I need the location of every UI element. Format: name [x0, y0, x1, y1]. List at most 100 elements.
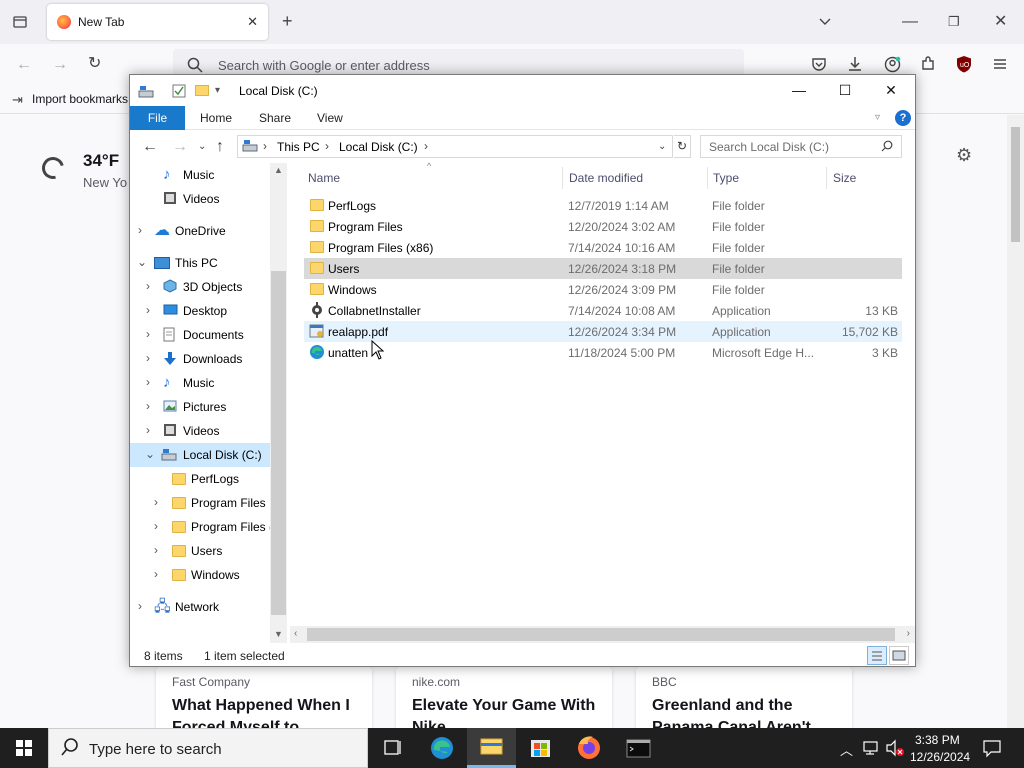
- back-icon[interactable]: ←: [142, 138, 158, 156]
- breadcrumb-chevron-icon[interactable]: ›: [424, 139, 428, 153]
- chevron-down-icon[interactable]: ⌄: [145, 447, 155, 461]
- tab-list-icon[interactable]: [12, 14, 28, 34]
- chevron-right-icon[interactable]: ›: [146, 327, 150, 341]
- minimize-icon[interactable]: —: [902, 14, 918, 30]
- expand-ribbon-icon[interactable]: ▿: [875, 112, 880, 123]
- file-list-scrollbar[interactable]: ‹ ›: [290, 626, 915, 643]
- scroll-up-icon[interactable]: ▲: [274, 165, 283, 175]
- breadcrumb-chevron-icon[interactable]: ›: [325, 139, 329, 153]
- terminal-taskbar-icon[interactable]: [614, 728, 663, 768]
- nav-item-downloads[interactable]: › Downloads: [130, 347, 270, 371]
- gear-icon[interactable]: ⚙: [956, 145, 972, 166]
- chevron-right-icon[interactable]: ›: [154, 519, 158, 533]
- nav-item-program-files[interactable]: › Program Files: [130, 491, 270, 515]
- breadcrumb-this-pc[interactable]: This PC: [277, 140, 320, 154]
- menu-icon[interactable]: [992, 56, 1008, 76]
- chevron-right-icon[interactable]: ›: [146, 351, 150, 365]
- close-window-icon[interactable]: ✕: [994, 14, 1007, 30]
- nav-item-documents[interactable]: › Documents: [130, 323, 270, 347]
- chevron-right-icon[interactable]: ›: [146, 399, 150, 413]
- page-scrollbar[interactable]: [1007, 115, 1024, 728]
- nav-item-program-files-x86[interactable]: › Program Files (: [130, 515, 273, 539]
- column-divider[interactable]: [562, 167, 563, 189]
- nav-item-desktop[interactable]: › Desktop: [130, 299, 270, 323]
- chevron-right-icon[interactable]: ›: [154, 567, 158, 581]
- nav-item-music[interactable]: › ♪ Music: [130, 371, 270, 395]
- clock-date[interactable]: 12/26/2024: [910, 750, 970, 764]
- up-icon[interactable]: ↑: [216, 138, 224, 156]
- properties-icon[interactable]: [172, 84, 186, 101]
- column-header-size[interactable]: Size: [833, 171, 856, 185]
- chevron-right-icon[interactable]: ›: [146, 303, 150, 317]
- scrollbar-thumb[interactable]: [1011, 127, 1020, 242]
- address-bar[interactable]: › This PC › Local Disk (C:) › ⌄: [237, 135, 673, 158]
- nav-item-videos[interactable]: Videos: [130, 187, 270, 211]
- taskbar-search-box[interactable]: Type here to search: [48, 728, 368, 768]
- downloads-icon[interactable]: [847, 56, 863, 76]
- scroll-left-icon[interactable]: ‹: [294, 628, 297, 639]
- volume-muted-icon[interactable]: [885, 739, 905, 760]
- chevron-right-icon[interactable]: ›: [138, 599, 142, 613]
- breadcrumb-local-disk[interactable]: Local Disk (C:): [339, 140, 418, 154]
- maximize-button[interactable]: ☐: [822, 75, 868, 106]
- task-view-button[interactable]: [368, 728, 417, 768]
- column-header-name[interactable]: Name: [308, 171, 340, 185]
- chevron-right-icon[interactable]: ›: [146, 279, 150, 293]
- ublock-icon[interactable]: uO: [956, 55, 972, 77]
- column-header-date[interactable]: Date modified: [569, 171, 643, 185]
- forward-icon[interactable]: →: [52, 57, 68, 73]
- nav-item-music[interactable]: ♪ Music: [130, 163, 270, 187]
- file-row[interactable]: PerfLogs 12/7/2019 1:14 AM File folder: [304, 195, 902, 216]
- firefox-taskbar-icon[interactable]: [565, 728, 614, 768]
- column-header-type[interactable]: Type: [713, 171, 739, 185]
- new-tab-icon[interactable]: +: [282, 12, 293, 30]
- customize-toolbar-icon[interactable]: ▾: [215, 85, 220, 96]
- nav-item-pictures[interactable]: › Pictures: [130, 395, 270, 419]
- reload-icon[interactable]: ↻: [88, 56, 101, 72]
- edge-taskbar-icon[interactable]: [418, 728, 467, 768]
- store-taskbar-icon[interactable]: [516, 728, 565, 768]
- scrollbar-thumb[interactable]: [307, 628, 895, 641]
- file-row[interactable]: Program Files 12/20/2024 3:02 AM File fo…: [304, 216, 902, 237]
- file-row[interactable]: unatten 11/18/2024 5:00 PM Microsoft Edg…: [304, 342, 902, 363]
- forward-icon[interactable]: →: [172, 138, 188, 156]
- tab-new-tab[interactable]: New Tab ✕: [47, 4, 268, 40]
- recent-locations-icon[interactable]: ⌄: [198, 141, 206, 152]
- import-bookmarks-link[interactable]: Import bookmarks: [32, 92, 128, 106]
- close-button[interactable]: ✕: [868, 75, 914, 106]
- news-card[interactable]: nike.com Elevate Your Game With Nike: [396, 667, 612, 728]
- details-view-button[interactable]: [867, 646, 887, 665]
- pocket-icon[interactable]: [811, 56, 827, 76]
- file-row[interactable]: Program Files (x86) 7/14/2024 10:16 AM F…: [304, 237, 902, 258]
- file-row[interactable]: Windows 12/26/2024 3:09 PM File folder: [304, 279, 902, 300]
- scroll-down-icon[interactable]: ▼: [274, 629, 283, 639]
- tab-file[interactable]: File: [130, 106, 185, 130]
- help-icon[interactable]: ?: [895, 110, 911, 126]
- large-icons-view-button[interactable]: [889, 646, 909, 665]
- notifications-icon[interactable]: [982, 738, 1002, 761]
- back-icon[interactable]: ←: [16, 57, 32, 73]
- address-dropdown-icon[interactable]: ⌄: [658, 141, 666, 152]
- new-folder-icon[interactable]: [195, 84, 209, 99]
- column-divider[interactable]: [707, 167, 708, 189]
- nav-item-3d-objects[interactable]: › 3D Objects: [130, 275, 270, 299]
- chevron-right-icon[interactable]: ›: [138, 223, 142, 237]
- column-divider[interactable]: [826, 167, 827, 189]
- start-button[interactable]: [0, 728, 48, 768]
- nav-item-users[interactable]: › Users: [130, 539, 270, 563]
- chevron-right-icon[interactable]: ›: [154, 495, 158, 509]
- nav-item-videos[interactable]: › Videos: [130, 419, 270, 443]
- refresh-icon[interactable]: ↻: [674, 135, 691, 158]
- scrollbar-thumb[interactable]: [271, 271, 286, 615]
- minimize-button[interactable]: —: [776, 75, 822, 106]
- chevron-down-icon[interactable]: ⌄: [137, 255, 147, 269]
- nav-item-perflogs[interactable]: PerfLogs: [130, 467, 270, 491]
- network-status-icon[interactable]: [862, 739, 880, 760]
- extensions-icon[interactable]: [920, 56, 936, 76]
- nav-item-onedrive[interactable]: › ☁ OneDrive: [130, 219, 270, 243]
- file-row[interactable]: CollabnetInstaller 7/14/2024 10:08 AM Ap…: [304, 300, 902, 321]
- close-tab-icon[interactable]: ✕: [247, 14, 258, 30]
- file-explorer-taskbar-icon[interactable]: [467, 728, 516, 768]
- nav-pane-scrollbar[interactable]: ▲ ▼: [270, 163, 287, 643]
- tab-view[interactable]: View: [317, 111, 343, 125]
